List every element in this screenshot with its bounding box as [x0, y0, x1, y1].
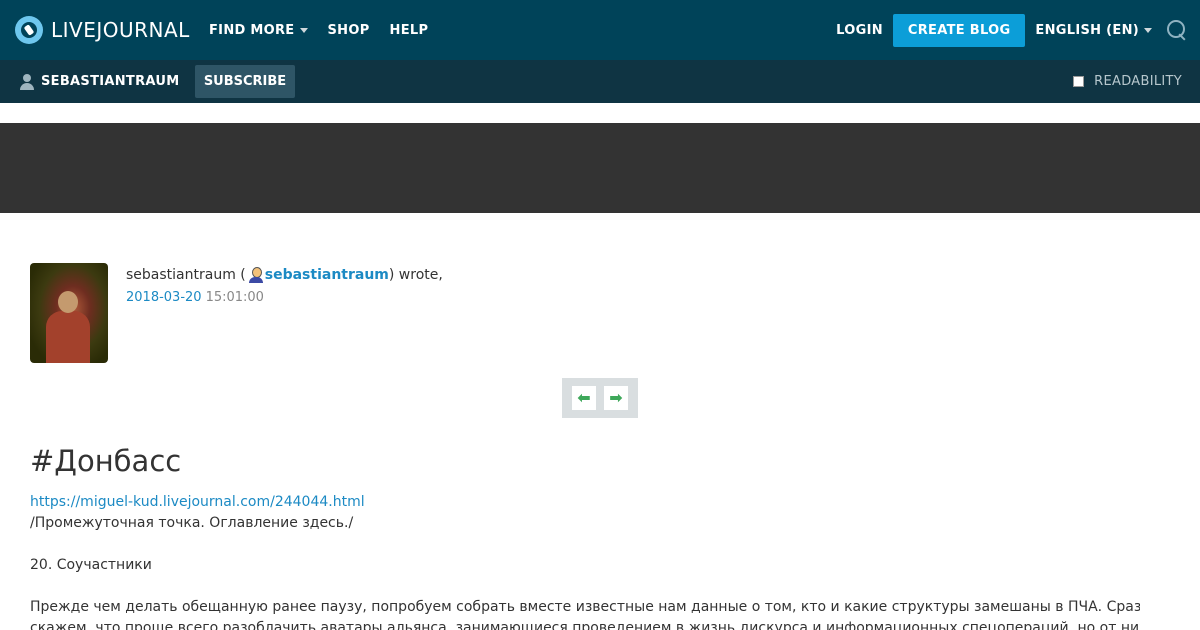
previous-entry-button[interactable]: ⬅	[572, 386, 596, 410]
entry-time: 15:01:00	[205, 289, 264, 305]
readability-label: READABILITY	[1094, 74, 1182, 89]
avatar-figure-head	[58, 291, 78, 313]
next-entry-button[interactable]: ➡	[604, 386, 628, 410]
language-selector[interactable]: ENGLISH (EN)	[1035, 23, 1152, 38]
entry-meta: sebastiantraum ( sebastiantraum ) wrote,…	[126, 265, 443, 307]
entry-paragraph: Прежде чем делать обещанную ранее паузу,…	[30, 599, 1140, 615]
subscribe-button[interactable]: SUBSCRIBE	[195, 65, 295, 98]
arrow-left-icon: ⬅	[577, 388, 591, 407]
journal-header-band	[0, 123, 1200, 213]
author-username-link[interactable]: sebastiantraum	[265, 267, 389, 283]
author-display-name: sebastiantraum (	[126, 267, 246, 283]
livejournal-logo[interactable]: LIVEJOURNAL	[15, 15, 190, 45]
wrote-suffix: ) wrote,	[388, 267, 443, 283]
search-icon[interactable]	[1166, 19, 1188, 41]
user-icon[interactable]	[248, 267, 264, 283]
readability-toggle[interactable]: READABILITY	[1073, 60, 1182, 103]
entry-paragraph: скажем, что проще всего разоблачить ават…	[30, 620, 1140, 630]
user-icon	[20, 73, 34, 90]
login-link[interactable]: LOGIN	[836, 23, 883, 38]
logo-text: LIVEJOURNAL	[51, 18, 190, 42]
readability-checkbox[interactable]	[1073, 76, 1085, 87]
top-header: LIVEJOURNAL FIND MORE SHOP HELP LOGIN CR…	[0, 0, 1200, 60]
source-link[interactable]: https://miguel-kud.livejournal.com/24404…	[30, 494, 365, 510]
account-nav: LOGIN CREATE BLOG ENGLISH (EN)	[836, 0, 1188, 60]
language-label: ENGLISH (EN)	[1035, 22, 1139, 38]
entry-date-link[interactable]: 2018-03-20	[126, 290, 202, 305]
journal-owner-name: SEBASTIANTRAUM	[41, 74, 180, 89]
entry-body: https://miguel-kud.livejournal.com/24404…	[30, 492, 1140, 630]
entry-paragraph	[30, 576, 1140, 597]
entry-paragraph: /Промежуточная точка. Оглавление здесь./	[30, 515, 354, 531]
nav-help-label: HELP	[389, 22, 429, 38]
avatar-figure-body	[46, 311, 90, 363]
nav-shop[interactable]: SHOP	[328, 23, 370, 38]
nav-find-more-label: FIND MORE	[209, 22, 295, 38]
arrow-right-icon: ➡	[609, 388, 623, 407]
entry-paragraph: 20. Соучастники	[30, 557, 152, 573]
journal-owner-link[interactable]: SEBASTIANTRAUM	[20, 60, 179, 103]
main-nav: FIND MORE SHOP HELP	[209, 0, 448, 60]
nav-help[interactable]: HELP	[390, 23, 429, 38]
entry-pager: ⬅ ➡	[562, 378, 638, 418]
entry-title: #Донбасс	[30, 444, 182, 478]
chevron-down-icon	[1144, 27, 1152, 33]
entry-author-line: sebastiantraum ( sebastiantraum ) wrote,	[126, 265, 443, 285]
create-blog-button[interactable]: CREATE BLOG	[892, 13, 1026, 47]
livejournal-logo-icon	[15, 16, 43, 44]
nav-shop-label: SHOP	[327, 22, 370, 38]
entry-datetime: 2018-03-20 15:01:00	[126, 287, 443, 307]
chevron-down-icon	[299, 27, 308, 33]
journal-bar: SEBASTIANTRAUM SUBSCRIBE READABILITY	[0, 60, 1200, 103]
nav-find-more[interactable]: FIND MORE	[209, 23, 308, 38]
entry-paragraph	[30, 534, 1140, 555]
avatar[interactable]	[30, 263, 108, 363]
